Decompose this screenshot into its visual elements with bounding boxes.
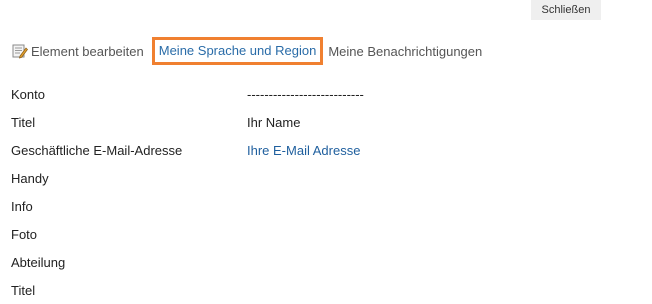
action-bar: Element bearbeiten Meine Sprache und Reg…: [12, 37, 482, 65]
notifications-link[interactable]: Meine Benachrichtigungen: [328, 44, 482, 59]
edit-item-label: Element bearbeiten: [31, 43, 144, 59]
edit-icon: [12, 43, 28, 59]
property-label: Titel: [11, 283, 36, 298]
property-row-photo: Foto: [11, 225, 631, 253]
property-label: Abteilung: [11, 255, 66, 270]
edit-item-link[interactable]: Element bearbeiten: [12, 43, 144, 59]
property-row-email: Geschäftliche E-Mail-Adresse Ihre E-Mail…: [11, 141, 631, 169]
language-region-link[interactable]: Meine Sprache und Region: [151, 37, 324, 65]
property-label: Handy: [11, 171, 49, 186]
property-row-account: Konto ---------------------------: [11, 85, 631, 113]
user-info-page: Schließen Element bearbeiten Meine Sprac…: [0, 0, 652, 304]
property-row-job-title: Titel: [11, 281, 631, 304]
email-link[interactable]: Ihre E-Mail Adresse: [247, 141, 360, 161]
property-label: Titel: [11, 115, 36, 130]
property-value: ---------------------------: [247, 87, 364, 102]
properties-list: Konto --------------------------- Titel …: [11, 85, 631, 304]
property-label: Konto: [11, 87, 45, 102]
property-label: Foto: [11, 227, 38, 242]
property-row-title: Titel Ihr Name: [11, 113, 631, 141]
property-label: Info: [11, 199, 33, 214]
property-row-department: Abteilung: [11, 253, 631, 281]
property-label: Geschäftliche E-Mail-Adresse: [11, 143, 183, 158]
property-row-info: Info: [11, 197, 631, 225]
property-row-mobile: Handy: [11, 169, 631, 197]
close-button[interactable]: Schließen: [531, 0, 601, 20]
property-value: Ihr Name: [247, 115, 301, 130]
